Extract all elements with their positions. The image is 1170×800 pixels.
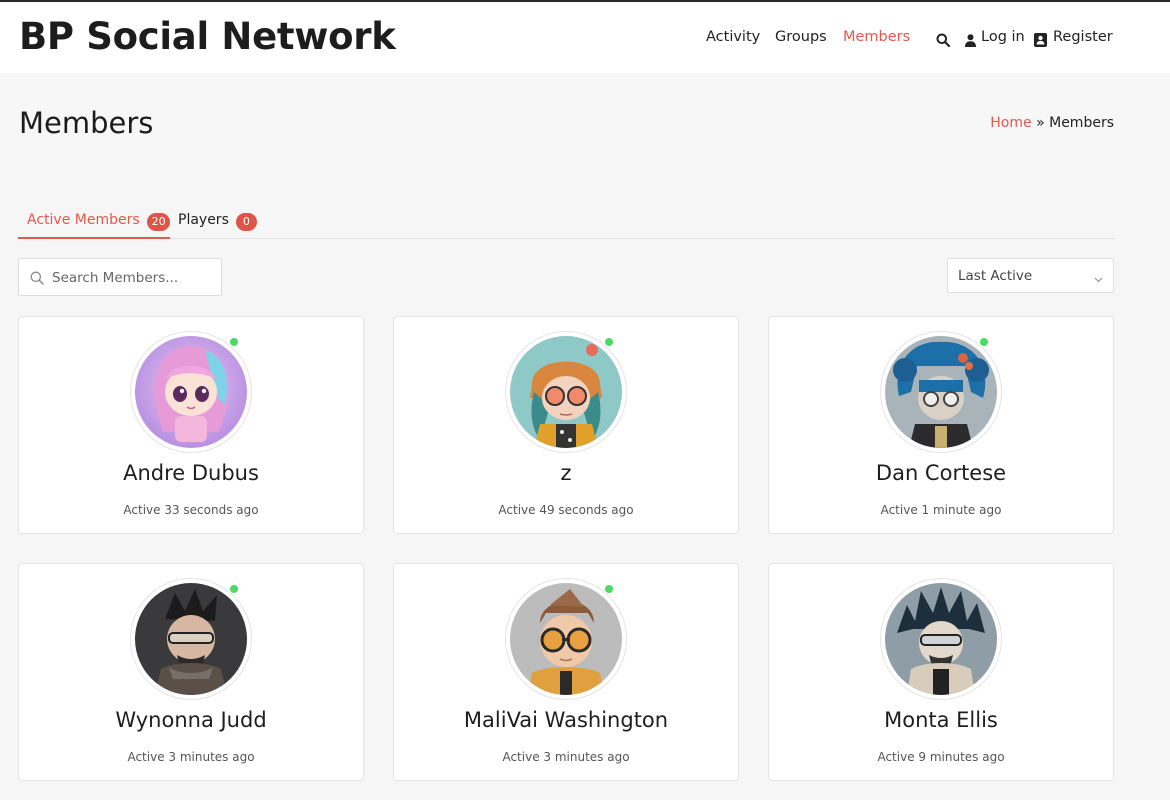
avatar[interactable] bbox=[880, 578, 1002, 700]
site-header: BP Social Network Activity Groups Member… bbox=[0, 2, 1170, 73]
breadcrumb: Home » Members bbox=[990, 115, 1114, 131]
online-status-dot bbox=[229, 584, 239, 594]
nav-item-activity[interactable]: Activity bbox=[706, 29, 760, 45]
online-status-dot bbox=[604, 584, 614, 594]
member-last-active: Active 1 minute ago bbox=[880, 503, 1002, 517]
member-last-active: Active 33 seconds ago bbox=[123, 503, 259, 517]
online-status-dot bbox=[229, 337, 239, 347]
user-icon bbox=[965, 32, 976, 51]
avatar-image bbox=[885, 583, 997, 695]
tab-label: Active Members bbox=[27, 212, 140, 228]
search-members-box bbox=[18, 258, 222, 296]
avatar[interactable] bbox=[130, 331, 252, 453]
member-last-active: Active 9 minutes ago bbox=[877, 750, 1005, 764]
search-icon bbox=[30, 270, 44, 289]
member-card[interactable]: Wynonna Judd Active 3 minutes ago bbox=[18, 563, 364, 781]
sort-selected-value: Last Active bbox=[958, 268, 1033, 284]
count-badge: 0 bbox=[235, 213, 257, 231]
breadcrumb-separator: » bbox=[1036, 115, 1045, 131]
page-header: Members Home » Members bbox=[0, 73, 1170, 171]
register-link[interactable]: Register bbox=[1053, 29, 1113, 45]
search-input[interactable] bbox=[52, 267, 217, 289]
avatar[interactable] bbox=[505, 331, 627, 453]
member-card[interactable]: MaliVai Washington Active 3 minutes ago bbox=[393, 563, 739, 781]
nav-item-groups[interactable]: Groups bbox=[775, 29, 827, 45]
online-status-dot bbox=[979, 337, 989, 347]
member-card[interactable]: z Active 49 seconds ago bbox=[393, 316, 739, 534]
login-link[interactable]: Log in bbox=[981, 29, 1025, 45]
tab-players[interactable]: Players 0 bbox=[178, 205, 268, 239]
avatar[interactable] bbox=[505, 578, 627, 700]
avatar-image bbox=[885, 336, 997, 448]
avatar[interactable] bbox=[130, 578, 252, 700]
breadcrumb-current: Members bbox=[1049, 115, 1114, 131]
member-name[interactable]: Monta Ellis bbox=[769, 708, 1113, 732]
tab-active-members[interactable]: Active Members 20 bbox=[18, 205, 170, 239]
avatar-image bbox=[135, 583, 247, 695]
member-name[interactable]: Andre Dubus bbox=[19, 461, 363, 485]
member-name[interactable]: MaliVai Washington bbox=[394, 708, 738, 732]
member-card[interactable]: Monta Ellis Active 9 minutes ago bbox=[768, 563, 1114, 781]
main-nav: Activity Groups Members Log in Register bbox=[0, 2, 1170, 73]
avatar-image bbox=[510, 336, 622, 448]
member-card[interactable]: Dan Cortese Active 1 minute ago bbox=[768, 316, 1114, 534]
chevron-down-icon bbox=[1094, 271, 1103, 287]
member-last-active: Active 3 minutes ago bbox=[502, 750, 630, 764]
avatar-image bbox=[135, 336, 247, 448]
contact-card-icon bbox=[1034, 32, 1047, 51]
member-name[interactable]: z bbox=[394, 461, 738, 485]
member-name[interactable]: Wynonna Judd bbox=[19, 708, 363, 732]
count-badge: 20 bbox=[146, 213, 170, 231]
sort-select[interactable]: Last Active bbox=[947, 258, 1114, 293]
avatar[interactable] bbox=[880, 331, 1002, 453]
avatar-image bbox=[510, 583, 622, 695]
search-icon[interactable] bbox=[936, 32, 951, 51]
online-status-dot bbox=[604, 337, 614, 347]
member-name[interactable]: Dan Cortese bbox=[769, 461, 1113, 485]
breadcrumb-home-link[interactable]: Home bbox=[990, 115, 1031, 131]
member-last-active: Active 3 minutes ago bbox=[127, 750, 255, 764]
member-last-active: Active 49 seconds ago bbox=[498, 503, 634, 517]
page-title: Members bbox=[19, 106, 154, 140]
tab-label: Players bbox=[178, 212, 229, 228]
member-tabs: Active Members 20 Players 0 bbox=[18, 205, 1115, 239]
nav-item-members[interactable]: Members bbox=[843, 29, 910, 45]
member-card[interactable]: Andre Dubus Active 33 seconds ago bbox=[18, 316, 364, 534]
